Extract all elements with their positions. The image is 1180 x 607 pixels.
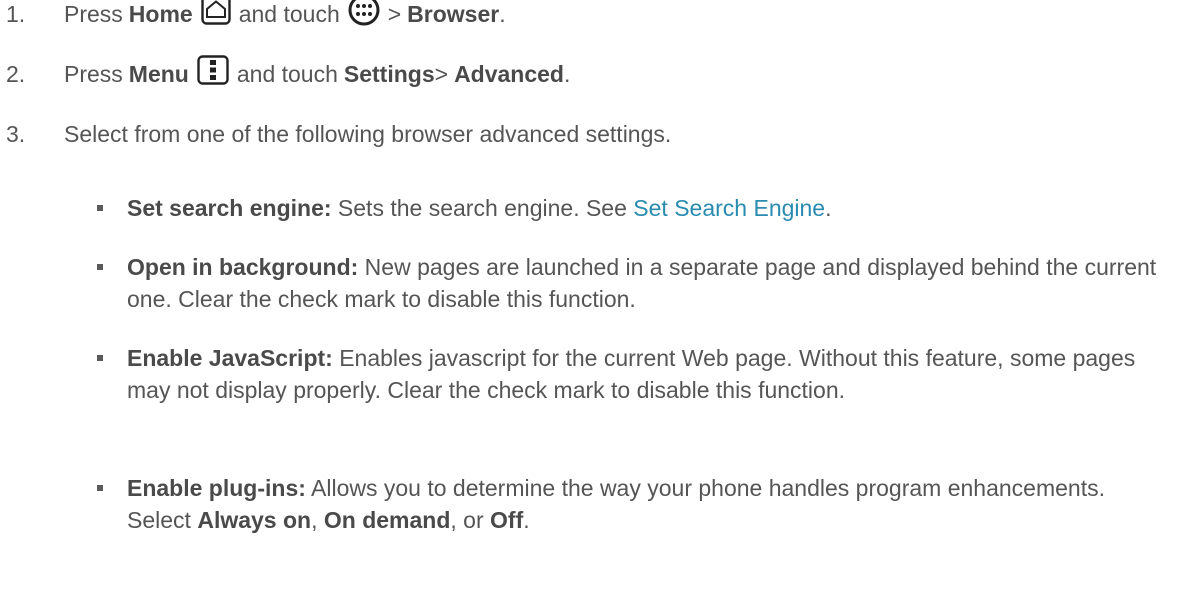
browser-label: Browser: [407, 1, 500, 27]
bullet-enable-plug-ins: Enable plug-ins: Allows you to determine…: [127, 472, 1167, 536]
step-text-part: Press: [64, 61, 123, 87]
bullet-open-in-background: Open in background: New pages are launch…: [127, 251, 1167, 315]
step-text-part: >: [434, 61, 449, 87]
separator: ,: [311, 507, 324, 533]
settings-label: Settings: [343, 61, 435, 87]
step-text: Press Menu and touch Settings > Advanced…: [64, 55, 570, 93]
instructions-document: 1. Press Home and touch > Browser . 2. P…: [0, 0, 1180, 607]
step-text-part: Press: [64, 1, 123, 27]
step-text-part: .: [564, 61, 571, 87]
separator: , or: [450, 507, 491, 533]
step-text: Press Home and touch > Browser .: [64, 0, 506, 34]
advanced-label: Advanced: [454, 61, 564, 87]
bullet-term: Enable JavaScript:: [127, 345, 333, 371]
bullet-end: .: [523, 507, 530, 533]
apps-icon: [348, 0, 380, 34]
step-text-part: >: [387, 1, 402, 27]
option-on-demand: On demand: [323, 507, 451, 533]
option-always-on: Always on: [197, 507, 312, 533]
bullet-marker: [97, 355, 103, 361]
step-text: Select from one of the following browser…: [64, 121, 672, 147]
bullet-set-search-engine: Set search engine: Sets the search engin…: [127, 192, 1167, 224]
home-label: Home: [128, 1, 193, 27]
step-text-part: and touch: [236, 61, 338, 87]
step-number: 1.: [6, 1, 26, 27]
bullet-term: Set search engine:: [127, 195, 332, 221]
bullet-enable-javascript: Enable JavaScript: Enables javascript fo…: [127, 342, 1167, 406]
menu-icon: [197, 55, 229, 93]
step-number: 2.: [6, 61, 26, 87]
option-off: Off: [490, 507, 524, 533]
bullet-description: Sets the search engine. See: [331, 195, 634, 221]
bullet-term: Open in background:: [127, 254, 359, 280]
set-search-engine-link[interactable]: Set Search Engine: [633, 195, 825, 221]
bullet-term: Enable plug-ins:: [127, 475, 306, 501]
bullet-end: .: [825, 195, 832, 221]
bullet-marker: [97, 485, 103, 491]
menu-label: Menu: [128, 61, 189, 87]
step-text-part: and touch: [238, 1, 340, 27]
step-number: 3.: [6, 121, 26, 147]
home-icon: [201, 0, 231, 33]
bullet-marker: [97, 205, 103, 211]
bullet-marker: [97, 264, 103, 270]
step-text-part: .: [499, 1, 506, 27]
